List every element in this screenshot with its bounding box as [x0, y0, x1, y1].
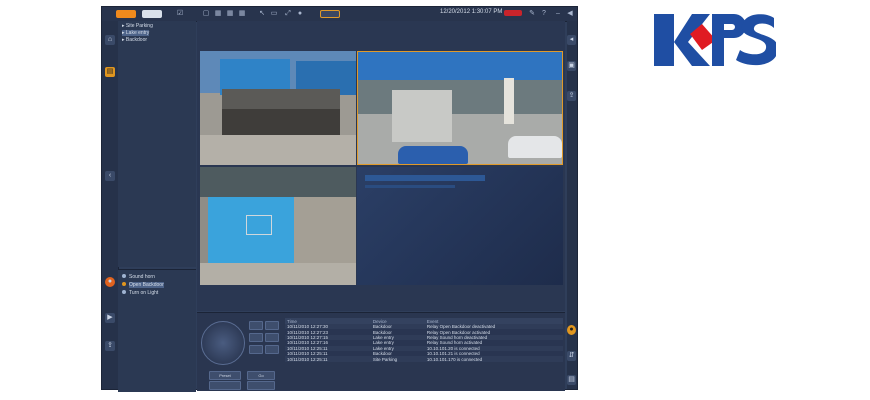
device-cell: Site Parking — [370, 356, 425, 362]
relay-label: Sound horn — [129, 274, 155, 280]
ptz-iris-open-button[interactable] — [249, 345, 263, 354]
tree-item-label: Lake entry — [125, 30, 150, 36]
right-icon-strip: ◂ ▣ ⇪ ● ⇵ ▤ — [567, 21, 577, 389]
preset-go-button[interactable]: Go — [247, 371, 275, 380]
event-log-table: Time Device Event 10/11/2010 12:27:30 Bac… — [285, 318, 563, 362]
camera-group-icon[interactable]: ▤ — [105, 67, 115, 77]
relay-label: Open Backdoor — [129, 282, 164, 288]
snapshot-icon[interactable]: ▣ — [567, 61, 576, 71]
side-action-icon[interactable]: ◂ — [567, 35, 576, 45]
top-toolbar: ☑ ▢ ▦ ▦ ▦ ↖ ▭ ⤢ ● 12/20/2012 1:30:07 PM … — [102, 7, 577, 22]
relay-list: Sound horn Open Backdoor Turn on Light — [118, 269, 196, 392]
camera-tile-2[interactable] — [357, 51, 563, 165]
ptz-focus-near-button[interactable] — [249, 333, 263, 342]
go-label: Go — [258, 373, 264, 378]
status-indicator — [320, 10, 340, 18]
layout-2x2-icon[interactable]: ▦ — [214, 10, 222, 18]
surveillance-app-window: ☑ ▢ ▦ ▦ ▦ ↖ ▭ ⤢ ● 12/20/2012 1:30:07 PM … — [101, 6, 578, 392]
tree-item-label: Site Parking — [125, 23, 153, 29]
ptz-iris-close-button[interactable] — [265, 345, 279, 354]
print-icon[interactable]: ▤ — [567, 375, 576, 385]
camera-tile-4[interactable] — [357, 167, 563, 285]
bottom-panel: Preset Go Time Device Event 10/11/2010 1… — [197, 312, 565, 391]
cursor-icon[interactable]: ↖ — [258, 10, 266, 18]
event-cell: 10.10.101.170 is connected — [424, 356, 563, 362]
audio-icon[interactable]: ◀ — [566, 10, 574, 18]
fullscreen-icon[interactable]: ⤢ — [284, 10, 292, 18]
alarm-indicator[interactable] — [504, 10, 522, 16]
kps-logo — [654, 14, 776, 66]
table-row[interactable]: 10/11/2010 12:25:11 Site Parking 10.10.101… — [285, 356, 563, 362]
ptz-focus-far-button[interactable] — [265, 333, 279, 342]
relay-item-turn-on-light[interactable]: Turn on Light — [122, 290, 158, 296]
time-cell: 10/11/2010 12:25:11 — [285, 356, 371, 362]
preset-label: Preset — [219, 373, 231, 378]
sequence-icon[interactable]: ⇵ — [567, 351, 576, 361]
left-icon-strip: ⌂ ▤ ‹ ● ▶ ⇪ — [102, 21, 119, 389]
tree-item-label: Backdoor — [125, 37, 148, 43]
preset-select[interactable]: Preset — [209, 371, 241, 380]
relay-item-sound-horn[interactable]: Sound horn — [122, 274, 155, 280]
camera-tile-3[interactable] — [200, 167, 356, 285]
alarm-right-icon[interactable]: ● — [567, 325, 576, 335]
layout-3x3-icon[interactable]: ▦ — [226, 10, 234, 18]
record-icon[interactable]: ● — [296, 10, 304, 18]
layout-1x1-icon[interactable]: ▢ — [202, 10, 210, 18]
clock-text: 12/20/2012 1:30:07 PM — [440, 9, 503, 15]
export-icon[interactable]: ▭ — [270, 10, 278, 18]
playback-side-icon[interactable]: ▶ — [105, 313, 115, 323]
camera-tile-1[interactable] — [200, 51, 356, 165]
preset-delete-button[interactable] — [247, 381, 275, 390]
minimize-icon[interactable]: – — [554, 10, 562, 18]
layout-4x4-icon[interactable]: ▦ — [238, 10, 246, 18]
ptz-zoom-out-button[interactable] — [265, 321, 279, 330]
collapse-icon[interactable]: ‹ — [105, 171, 115, 181]
tree-item-lake-entry[interactable]: ▸ Lake entry — [122, 30, 150, 36]
export-right-icon[interactable]: ⇪ — [567, 91, 576, 101]
export-side-icon[interactable]: ⇪ — [105, 341, 115, 351]
relay-item-open-backdoor[interactable]: Open Backdoor — [122, 282, 164, 288]
checkbox-icon[interactable]: ☑ — [176, 10, 184, 18]
ptz-joystick[interactable] — [201, 321, 245, 365]
help-icon[interactable]: ? — [540, 10, 548, 18]
tree-item-backdoor[interactable]: ▸ Backdoor — [122, 37, 147, 43]
preset-save-button[interactable] — [209, 381, 241, 390]
camera-tree: ▸ Site Parking ▸ Lake entry ▸ Backdoor — [118, 21, 196, 267]
relay-label: Turn on Light — [129, 290, 159, 296]
video-grid — [197, 21, 565, 311]
home-icon[interactable]: ⌂ — [105, 35, 115, 45]
live-view-button[interactable] — [116, 10, 136, 18]
tree-item-site-parking[interactable]: ▸ Site Parking — [122, 23, 153, 29]
playback-button[interactable] — [142, 10, 162, 18]
tool-icon[interactable]: ✎ — [528, 10, 536, 18]
relay-icon[interactable]: ● — [105, 277, 115, 287]
ptz-zoom-in-button[interactable] — [249, 321, 263, 330]
